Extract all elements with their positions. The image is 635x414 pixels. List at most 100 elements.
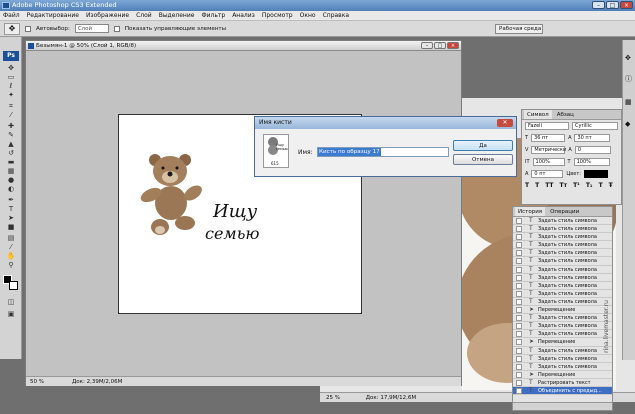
- swatches-icon[interactable]: ▦: [625, 98, 632, 106]
- history-snapshot-checkbox[interactable]: [516, 331, 522, 338]
- tab-paragraph[interactable]: Абзац: [554, 110, 577, 119]
- menu-select[interactable]: Выделение: [159, 11, 195, 20]
- history-item[interactable]: T Задать стиль символа: [513, 330, 612, 339]
- eyedropper-tool-icon[interactable]: ⁄: [5, 112, 17, 119]
- history-snapshot-checkbox[interactable]: [516, 307, 522, 314]
- baseline-field[interactable]: 0 пт: [531, 170, 564, 178]
- history-snapshot-checkbox[interactable]: [516, 387, 522, 394]
- history-item[interactable]: T Задать стиль символа: [513, 347, 612, 355]
- type-tool-icon[interactable]: T: [5, 206, 17, 213]
- text-line-1[interactable]: Ищу: [213, 201, 257, 222]
- screen-mode-icon[interactable]: ▣: [5, 311, 17, 318]
- doc1-minimize-button[interactable]: –: [421, 42, 433, 49]
- autoselect-select[interactable]: Слой: [74, 24, 109, 33]
- history-snapshot-checkbox[interactable]: [516, 298, 522, 305]
- path-select-tool-icon[interactable]: ➤: [5, 215, 17, 222]
- history-snapshot-checkbox[interactable]: [516, 290, 522, 297]
- history-snapshot-checkbox[interactable]: [516, 371, 522, 378]
- doc1-zoom[interactable]: 50 %: [30, 377, 44, 386]
- brush-name-input[interactable]: Кисть по образцу 17: [317, 147, 449, 157]
- history-item[interactable]: T Задать стиль символа: [513, 274, 612, 282]
- history-item[interactable]: T Задать стиль символа: [513, 225, 612, 234]
- doc1-close-button[interactable]: ×: [447, 42, 459, 49]
- history-snapshot-checkbox[interactable]: [516, 218, 522, 224]
- tab-actions[interactable]: Операции: [547, 207, 582, 216]
- history-item[interactable]: ➤ Перемещение: [513, 306, 612, 315]
- history-snapshot-checkbox[interactable]: [516, 250, 522, 257]
- history-brush-icon[interactable]: ↺: [5, 150, 17, 157]
- history-snapshot-checkbox[interactable]: [516, 339, 522, 346]
- all-caps-button[interactable]: TT: [545, 182, 553, 189]
- text-line-2[interactable]: семью: [205, 224, 260, 243]
- history-item[interactable]: T Задать стиль символа: [513, 355, 612, 363]
- history-item[interactable]: ➤ Перемещение: [513, 338, 612, 347]
- history-snapshot-checkbox[interactable]: [516, 282, 522, 289]
- menu-edit[interactable]: Редактирование: [27, 11, 79, 20]
- history-item[interactable]: T Задать стиль символа: [513, 249, 612, 258]
- underline-button[interactable]: T: [599, 182, 603, 189]
- history-snapshot-checkbox[interactable]: [516, 226, 522, 233]
- history-snapshot-checkbox[interactable]: [516, 347, 522, 354]
- history-snapshot-checkbox[interactable]: [516, 234, 522, 241]
- dodge-tool-icon[interactable]: ◐: [5, 186, 17, 193]
- marquee-tool-icon[interactable]: ▭: [5, 74, 17, 81]
- zoom-tool-icon[interactable]: ⚲: [5, 262, 17, 269]
- history-item[interactable]: T Задать стиль символа: [513, 298, 612, 307]
- dialog-titlebar[interactable]: Имя кисти ✕: [255, 117, 516, 129]
- styles-icon[interactable]: ◆: [625, 120, 630, 128]
- background-color-swatch[interactable]: [9, 281, 18, 290]
- shape-tool-icon[interactable]: ■: [5, 224, 17, 231]
- history-item[interactable]: T Задать стиль символа: [513, 282, 612, 290]
- ok-button[interactable]: Да: [453, 140, 513, 151]
- history-snapshot-checkbox[interactable]: [516, 355, 522, 362]
- navigator-icon[interactable]: ✥: [625, 54, 631, 62]
- tracking-field[interactable]: 0: [574, 146, 611, 154]
- move-tool-icon[interactable]: ✥: [5, 65, 17, 72]
- history-item[interactable]: T Задать стиль символа: [513, 257, 612, 266]
- brush-tool-icon[interactable]: ✎: [5, 132, 17, 139]
- superscript-button[interactable]: T¹: [573, 182, 580, 189]
- menu-window[interactable]: Окно: [300, 11, 316, 20]
- healing-tool-icon[interactable]: ✚: [5, 123, 17, 130]
- lasso-tool-icon[interactable]: ℓ: [5, 83, 17, 90]
- info-icon[interactable]: ⓘ: [625, 74, 632, 84]
- stamp-tool-icon[interactable]: ▲: [5, 141, 17, 148]
- dialog-close-button[interactable]: ✕: [497, 119, 513, 127]
- maximize-button[interactable]: □: [606, 1, 619, 9]
- hand-tool-icon[interactable]: ✋: [5, 253, 17, 260]
- history-item[interactable]: T Задать стиль символа: [513, 233, 612, 242]
- font-family-select[interactable]: Fazeli: [525, 122, 569, 130]
- history-item[interactable]: ➤ Перемещение: [513, 371, 612, 379]
- quick-mask-icon[interactable]: ◫: [5, 299, 17, 306]
- menu-help[interactable]: Справка: [323, 11, 349, 20]
- tab-character[interactable]: Символ: [524, 110, 552, 119]
- history-snapshot-checkbox[interactable]: [516, 379, 522, 386]
- subscript-button[interactable]: T₁: [586, 182, 593, 189]
- history-item[interactable]: T Задать стиль символа: [513, 217, 612, 226]
- crop-tool-icon[interactable]: ⌗: [5, 103, 17, 110]
- history-snapshot-checkbox[interactable]: [516, 266, 522, 273]
- pen-tool-icon[interactable]: ✒: [5, 197, 17, 204]
- magic-wand-tool-icon[interactable]: ✦: [5, 92, 17, 99]
- vertical-scale-field[interactable]: 100%: [532, 158, 565, 166]
- small-caps-button[interactable]: Tт: [560, 182, 568, 189]
- gradient-tool-icon[interactable]: ▦: [5, 168, 17, 175]
- faux-bold-button[interactable]: T: [525, 182, 529, 189]
- history-item[interactable]: T Задать стиль символа: [513, 322, 612, 331]
- doc1-maximize-button[interactable]: □: [434, 42, 446, 49]
- close-button[interactable]: ×: [620, 1, 633, 9]
- menu-file[interactable]: Файл: [3, 11, 20, 20]
- history-item[interactable]: T Задать стиль символа: [513, 241, 612, 250]
- show-controls-checkbox[interactable]: [113, 25, 120, 32]
- history-snapshot-checkbox[interactable]: [516, 258, 522, 265]
- history-item[interactable]: T Задать стиль символа: [513, 314, 612, 323]
- minimize-button[interactable]: –: [592, 1, 605, 9]
- menu-layer[interactable]: Слой: [136, 11, 152, 20]
- history-item[interactable]: T Задать стиль символа: [513, 266, 612, 274]
- cancel-button[interactable]: Отмена: [453, 154, 513, 165]
- text-color-swatch[interactable]: [583, 170, 608, 178]
- menu-analysis[interactable]: Анализ: [232, 11, 255, 20]
- menu-view[interactable]: Просмотр: [262, 11, 293, 20]
- tab-history[interactable]: История: [515, 207, 546, 216]
- blur-tool-icon[interactable]: ●: [5, 177, 17, 184]
